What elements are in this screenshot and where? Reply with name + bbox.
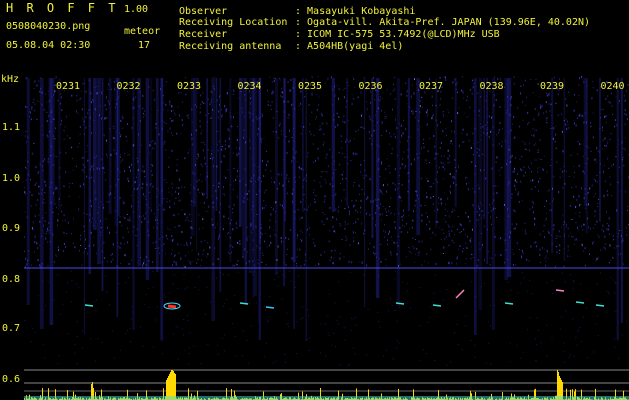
x-tick-label: 0235 xyxy=(298,81,322,92)
receiver-value: : ICOM IC-575 53.7492(@LCD)MHz USB xyxy=(295,29,500,40)
y-tick-label: 0.7 xyxy=(2,323,20,334)
spectrogram-plot: 0231 0232 0233 0234 0235 0236 0237 0238 0239 0240… xyxy=(0,0,629,400)
x-tick-label: 0233 xyxy=(177,81,201,92)
x-tick-label: 0231 xyxy=(56,81,80,92)
receiver-label: Receiver xyxy=(179,29,228,40)
x-tick-label: 0236 xyxy=(359,81,383,92)
meteor-echo xyxy=(575,301,585,304)
meteor-echo xyxy=(239,302,249,305)
meteor-echo xyxy=(504,302,514,305)
location-label: Receiving Location xyxy=(179,17,288,28)
observer-value: : Masayuki Kobayashi xyxy=(295,6,416,17)
meteor-echo xyxy=(84,304,94,307)
meteor-label: meteor xyxy=(124,26,161,37)
y-tick-label: 0.6 xyxy=(2,374,20,385)
meteor-echo xyxy=(167,304,177,309)
x-tick-label: 0234 xyxy=(238,81,262,92)
y-tick-label: 1.0 xyxy=(2,173,20,184)
x-tick-label: 0237 xyxy=(419,81,443,92)
observer-label: Observer xyxy=(179,6,228,17)
version-label: 1.00 xyxy=(124,4,149,15)
y-tick-label: 0.9 xyxy=(2,223,20,234)
y-tick-label: 1.1 xyxy=(2,122,20,133)
y-tick-label: 0.8 xyxy=(2,274,20,285)
filename-label: 0508040230.png xyxy=(6,21,91,32)
x-tick-label: 0238 xyxy=(480,81,504,92)
meteor-echo xyxy=(432,304,442,307)
x-tick-label: 0240 xyxy=(601,81,625,92)
location-value: : Ogata-vill. Akita-Pref. JAPAN (139.96E… xyxy=(295,17,591,28)
datetime-label: 05.08.04 02:30 xyxy=(6,40,91,51)
antenna-value: : A504HB(yagi 4el) xyxy=(295,41,404,52)
meteor-echo xyxy=(595,304,605,307)
meteor-echo xyxy=(395,302,405,305)
meteor-echo xyxy=(555,289,565,292)
x-tick-label: 0232 xyxy=(117,81,141,92)
antenna-label: Receiving antenna xyxy=(179,41,282,52)
meteor-echo xyxy=(265,306,275,309)
y-unit-label: kHz xyxy=(1,74,20,85)
x-tick-label: 0239 xyxy=(540,81,564,92)
meteor-count: 17 xyxy=(138,40,151,51)
app-title: H R O F F T xyxy=(6,1,119,15)
